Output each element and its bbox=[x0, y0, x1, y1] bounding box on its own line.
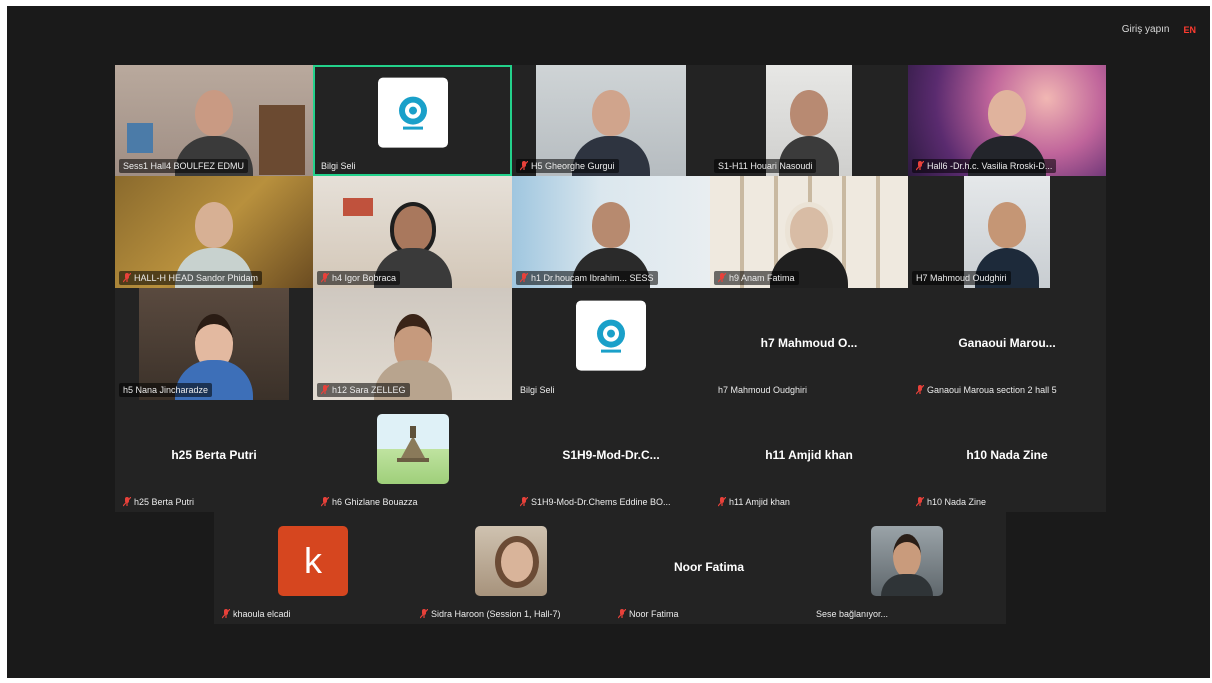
muted-mic-icon bbox=[420, 609, 428, 619]
muted-mic-icon bbox=[916, 161, 924, 171]
muted-mic-icon bbox=[321, 385, 329, 395]
participant-name-label: H5 Gheorghe Gurgui bbox=[516, 159, 619, 173]
participant-tile[interactable]: Ganaoui Marou... Ganaoui Maroua section … bbox=[908, 288, 1106, 400]
bilgi-seli-logo bbox=[576, 300, 646, 371]
participant-tile[interactable]: S1H9-Mod-Dr.C... S1H9-Mod-Dr.Chems Eddin… bbox=[512, 400, 710, 512]
participant-name-label: H7 Mahmoud Oudghiri bbox=[912, 271, 1011, 285]
participant-name-label: S1H9-Mod-Dr.Chems Eddine BO... bbox=[516, 495, 675, 509]
participant-tile[interactable]: Bilgi Seli bbox=[512, 288, 710, 400]
muted-mic-icon bbox=[222, 609, 230, 619]
muted-mic-icon bbox=[718, 273, 726, 283]
participant-tile[interactable]: k khaoula elcadi bbox=[214, 512, 412, 624]
participant-avatar-image bbox=[376, 414, 449, 484]
participant-display-name: S1H9-Mod-Dr.C... bbox=[562, 447, 660, 462]
participant-name-label: h7 Mahmoud Oudghiri bbox=[718, 385, 808, 395]
meeting-window: Giriş yapın EN Sess1 Hall4 BOULFEZ EDMU bbox=[7, 6, 1210, 678]
participant-name-label: h25 Berta Putri bbox=[119, 495, 198, 509]
participant-name-label: Hall6 -Dr.h.c. Vasilia Rroski-D... bbox=[912, 159, 1057, 173]
participant-display-name: h10 Nada Zine bbox=[966, 447, 1048, 462]
participant-name-label: Sidra Haroon (Session 1, Hall-7) bbox=[416, 607, 565, 621]
muted-mic-icon bbox=[916, 385, 924, 395]
poster-decor bbox=[127, 123, 153, 153]
avatar-shoulders bbox=[881, 574, 933, 596]
participant-tile[interactable]: Hall6 -Dr.h.c. Vasilia Rroski-D... bbox=[908, 65, 1106, 176]
participant-name-label: Noor Fatima bbox=[614, 607, 683, 621]
participant-tile[interactable]: h11 Amjid khan h11 Amjid khan bbox=[710, 400, 908, 512]
participant-name-label: h4 Igor Bobraca bbox=[317, 271, 401, 285]
participant-name-label: khaoula elcadi bbox=[218, 607, 295, 621]
participant-name-label: h5 Nana Jincharadze bbox=[119, 383, 213, 397]
login-link[interactable]: Giriş yapın bbox=[1122, 24, 1170, 35]
bilgi-seli-logo bbox=[377, 77, 448, 148]
participant-tile[interactable]: h10 Nada Zine h10 Nada Zine bbox=[908, 400, 1106, 512]
participant-tile[interactable]: HALL-H HEAD Sandor Phidam bbox=[115, 176, 313, 288]
participant-name-label: Sess1 Hall4 BOULFEZ EDMU bbox=[119, 159, 249, 173]
participant-initial-avatar: k bbox=[278, 526, 348, 596]
participant-display-name: h25 Berta Putri bbox=[171, 447, 257, 462]
participant-tile[interactable]: h4 Igor Bobraca bbox=[313, 176, 512, 288]
participant-tile[interactable]: Sese bağlanıyor... bbox=[808, 512, 1006, 624]
participant-name-label: h11 Amjid khan bbox=[714, 495, 794, 509]
avatar-face bbox=[893, 534, 921, 578]
participant-display-name: h7 Mahmoud O... bbox=[760, 335, 858, 350]
participant-tile[interactable]: H5 Gheorghe Gurgui bbox=[512, 65, 710, 176]
participant-display-name: Noor Fatima bbox=[673, 559, 744, 574]
muted-mic-icon bbox=[321, 497, 329, 507]
shelf-decor bbox=[343, 198, 373, 216]
bookshelf-decor bbox=[259, 105, 305, 175]
participant-tile[interactable]: h5 Nana Jincharadze bbox=[115, 288, 313, 400]
participant-display-name: Ganaoui Marou... bbox=[958, 335, 1056, 350]
participant-tile[interactable]: h6 Ghizlane Bouazza bbox=[313, 400, 512, 512]
participant-name-label: Bilgi Seli bbox=[520, 385, 555, 395]
muted-mic-icon bbox=[618, 609, 626, 619]
participant-name-label: S1-H11 Houari Nasoudi bbox=[714, 159, 817, 173]
participant-name-label: Sese bağlanıyor... bbox=[816, 609, 889, 619]
participant-tile[interactable]: Sidra Haroon (Session 1, Hall-7) bbox=[412, 512, 610, 624]
participant-tile[interactable]: h9 Anam Fatima bbox=[710, 176, 908, 288]
muted-mic-icon bbox=[520, 273, 528, 283]
participant-tile[interactable]: h7 Mahmoud O... h7 Mahmoud Oudghiri bbox=[710, 288, 908, 400]
participant-name-label: h6 Ghizlane Bouazza bbox=[317, 495, 422, 509]
language-selector[interactable]: EN bbox=[1183, 25, 1196, 35]
participant-name-label: h12 Sara ZELLEG bbox=[317, 383, 410, 397]
muted-mic-icon bbox=[718, 497, 726, 507]
participant-name-label: Bilgi Seli bbox=[321, 161, 356, 171]
participant-tile[interactable]: S1-H11 Houari Nasoudi bbox=[710, 65, 908, 176]
participant-tile[interactable]: h1 Dr.houcam Ibrahim... SESS bbox=[512, 176, 710, 288]
participant-name-label: h9 Anam Fatima bbox=[714, 271, 799, 285]
muted-mic-icon bbox=[916, 497, 924, 507]
participant-name-label: h1 Dr.houcam Ibrahim... SESS bbox=[516, 271, 658, 285]
muted-mic-icon bbox=[520, 497, 528, 507]
participant-tile[interactable]: Noor Fatima Noor Fatima bbox=[610, 512, 808, 624]
top-bar: Giriş yapın EN bbox=[1122, 24, 1196, 35]
participant-tile[interactable]: H7 Mahmoud Oudghiri bbox=[908, 176, 1106, 288]
muted-mic-icon bbox=[123, 497, 131, 507]
muted-mic-icon bbox=[321, 273, 329, 283]
participant-tile[interactable]: Sess1 Hall4 BOULFEZ EDMU bbox=[115, 65, 313, 176]
participant-avatar-image bbox=[871, 526, 943, 596]
participant-display-name: h11 Amjid khan bbox=[765, 447, 853, 462]
participant-tile-active-speaker[interactable]: Bilgi Seli bbox=[313, 65, 512, 176]
avatar-face bbox=[495, 536, 539, 588]
participant-name-label: Ganaoui Maroua section 2 hall 5 bbox=[912, 383, 1061, 397]
participant-tile[interactable]: h12 Sara ZELLEG bbox=[313, 288, 512, 400]
participant-name-label: h10 Nada Zine bbox=[912, 495, 990, 509]
participant-name-label: HALL-H HEAD Sandor Phidam bbox=[119, 271, 263, 285]
participant-avatar-image bbox=[475, 526, 547, 596]
muted-mic-icon bbox=[520, 161, 528, 171]
participant-tile[interactable]: h25 Berta Putri h25 Berta Putri bbox=[115, 400, 313, 512]
muted-mic-icon bbox=[123, 273, 131, 283]
